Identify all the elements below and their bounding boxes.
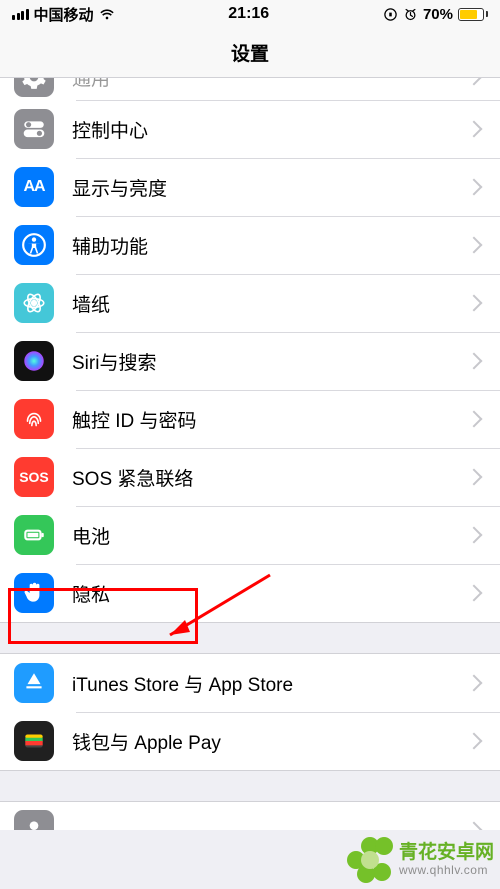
status-left: 中国移动 [12,4,115,25]
watermark-url: www.qhhlv.com [399,864,494,877]
chevron-right-icon [466,179,483,196]
page-title: 设置 [0,28,500,78]
row-label: 墙纸 [72,290,468,317]
row-label: 辅助功能 [72,232,468,259]
wallpaper-icon [14,283,54,323]
chevron-right-icon [466,353,483,370]
hand-icon [14,573,54,613]
chevron-right-icon [466,121,483,138]
display-icon: AA [14,167,54,207]
chevron-right-icon [466,78,483,85]
row-sos[interactable]: SOS SOS 紧急联络 [0,448,500,506]
chevron-right-icon [466,675,483,692]
wifi-icon [99,6,115,22]
row-label: SOS 紧急联络 [72,464,468,491]
appstore-icon [14,663,54,703]
group-separator [0,623,500,653]
row-label: 钱包与 Apple Pay [72,728,468,755]
status-time: 21:16 [228,5,269,23]
row-label: 控制中心 [72,116,468,143]
gear-icon [14,78,54,97]
settings-group [0,801,500,830]
settings-list: 通用 控制中心 AA 显示与亮度 辅助功能 墙纸 [0,78,500,830]
cellular-signal-icon [12,9,29,20]
battery-percent: 70% [423,6,453,23]
sos-icon: SOS [14,457,54,497]
row-unknown[interactable] [0,802,500,830]
settings-group: iTunes Store 与 App Store 钱包与 Apple Pay [0,653,500,771]
toggle-icon [14,109,54,149]
row-battery[interactable]: 电池 [0,506,500,564]
fingerprint-icon [14,399,54,439]
chevron-right-icon [466,411,483,428]
orientation-lock-icon [383,7,398,22]
row-siri-search[interactable]: Siri与搜索 [0,332,500,390]
wallet-icon [14,721,54,761]
chevron-right-icon [466,527,483,544]
siri-icon [14,341,54,381]
row-accessibility[interactable]: 辅助功能 [0,216,500,274]
row-label: Siri与搜索 [72,348,468,375]
chevron-right-icon [466,469,483,486]
chevron-right-icon [466,733,483,750]
row-itunes-appstore[interactable]: iTunes Store 与 App Store [0,654,500,712]
alarm-icon [403,7,418,22]
settings-group: 通用 控制中心 AA 显示与亮度 辅助功能 墙纸 [0,78,500,623]
group-separator [0,771,500,801]
row-label: 隐私 [72,580,468,607]
row-label: 显示与亮度 [72,174,468,201]
watermark-text: 青花安卓网 www.qhhlv.com [399,843,494,877]
battery-icon [458,8,488,21]
row-label: iTunes Store 与 App Store [72,670,468,697]
unknown-icon [14,810,54,830]
row-display-brightness[interactable]: AA 显示与亮度 [0,158,500,216]
status-bar: 中国移动 21:16 70% [0,0,500,28]
row-privacy[interactable]: 隐私 [0,564,500,622]
carrier-label: 中国移动 [34,4,94,25]
watermark-title: 青花安卓网 [399,843,494,864]
chevron-right-icon [466,237,483,254]
chevron-right-icon [466,585,483,602]
chevron-right-icon [466,295,483,312]
row-label: 触控 ID 与密码 [72,406,468,433]
row-general[interactable]: 通用 [0,78,500,100]
row-label: 通用 [72,78,468,91]
row-wallet-applepay[interactable]: 钱包与 Apple Pay [0,712,500,770]
accessibility-icon [14,225,54,265]
battery-icon [14,515,54,555]
chevron-right-icon [466,822,483,830]
row-wallpaper[interactable]: 墙纸 [0,274,500,332]
watermark: 青花安卓网 www.qhhlv.com [347,837,494,883]
row-control-center[interactable]: 控制中心 [0,100,500,158]
row-touchid-passcode[interactable]: 触控 ID 与密码 [0,390,500,448]
watermark-logo-icon [347,837,393,883]
status-right: 70% [383,6,488,23]
row-label: 电池 [72,522,468,549]
